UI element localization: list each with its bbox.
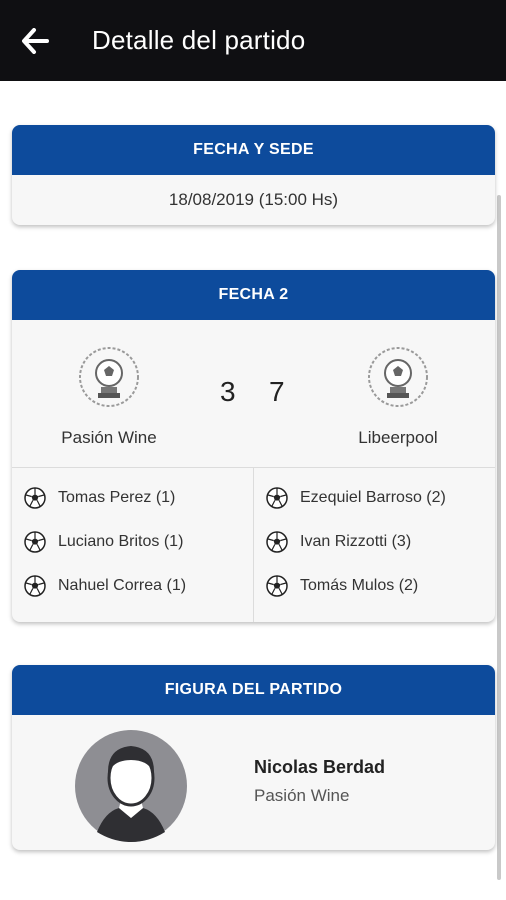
home-score: 3: [220, 376, 236, 407]
scorer-name: Luciano Britos (1): [58, 533, 184, 550]
back-button[interactable]: [0, 0, 70, 81]
user-avatar-icon: [75, 730, 187, 842]
scorers-table: Tomas Perez (1) Luciano Britos (1) Nahue…: [12, 468, 495, 622]
away-scorers: Ezequiel Barroso (2) Ivan Rizzotti (3) T…: [253, 468, 494, 622]
away-score: 7: [269, 376, 285, 407]
scorer-name: Ivan Rizzotti (3): [300, 533, 412, 550]
matchday-header: FECHA 2: [12, 270, 495, 320]
scoreboard: Pasión Wine 3 7 Libeerpool: [12, 320, 495, 467]
app-bar: Detalle del partido: [0, 0, 506, 81]
soccer-ball-icon: [266, 575, 288, 597]
soccer-ball-icon: [266, 487, 288, 509]
player-name: Nicolas Berdad: [254, 757, 386, 777]
scorer-row: Ivan Rizzotti (3): [266, 530, 494, 554]
home-scorers: Tomas Perez (1) Luciano Britos (1) Nahue…: [12, 468, 253, 622]
scorer-name: Tomas Perez (1): [58, 489, 176, 506]
player-of-match-header: FIGURA DEL PARTIDO: [12, 665, 495, 715]
home-team-name: Pasión Wine: [61, 428, 157, 447]
scorer-row: Luciano Britos (1): [24, 530, 253, 554]
scorer-name: Ezequiel Barroso (2): [300, 489, 446, 506]
soccer-ball-icon: [24, 575, 46, 597]
scorer-row: Tomas Perez (1): [24, 486, 253, 510]
arrow-left-icon: [22, 27, 49, 54]
scorer-row: Nahuel Correa (1): [24, 574, 253, 598]
soccer-ball-icon: [24, 487, 46, 509]
scrollbar[interactable]: [497, 195, 501, 880]
scorer-name: Nahuel Correa (1): [58, 577, 187, 594]
home-team[interactable]: Pasión Wine: [19, 320, 199, 448]
page-title: Detalle del partido: [92, 25, 306, 55]
match-datetime: 18/08/2019 (15:00 Hs): [168, 190, 339, 209]
player-team: Pasión Wine: [254, 786, 350, 805]
scorer-row: Ezequiel Barroso (2): [266, 486, 494, 510]
player-of-match-card: FIGURA DEL PARTIDO Nicolas Berdad Pasión…: [12, 665, 495, 850]
soccer-ball-icon: [266, 531, 288, 553]
away-team-name: Libeerpool: [358, 428, 438, 447]
player-of-match-body[interactable]: Nicolas Berdad Pasión Wine: [12, 715, 495, 850]
trophy-crest-icon: [368, 347, 428, 407]
away-team[interactable]: Libeerpool: [308, 320, 488, 448]
scorer-name: Tomás Mulos (2): [300, 577, 419, 594]
trophy-crest-icon: [79, 347, 139, 407]
scorer-row: Tomás Mulos (2): [266, 574, 494, 598]
soccer-ball-icon: [24, 531, 46, 553]
date-venue-header: FECHA Y SEDE: [12, 125, 495, 175]
date-venue-card: FECHA Y SEDE 18/08/2019 (15:00 Hs): [12, 125, 495, 225]
match-card: FECHA 2 Pasión Wine 3 7 Libeerpool Tomas…: [12, 270, 495, 622]
